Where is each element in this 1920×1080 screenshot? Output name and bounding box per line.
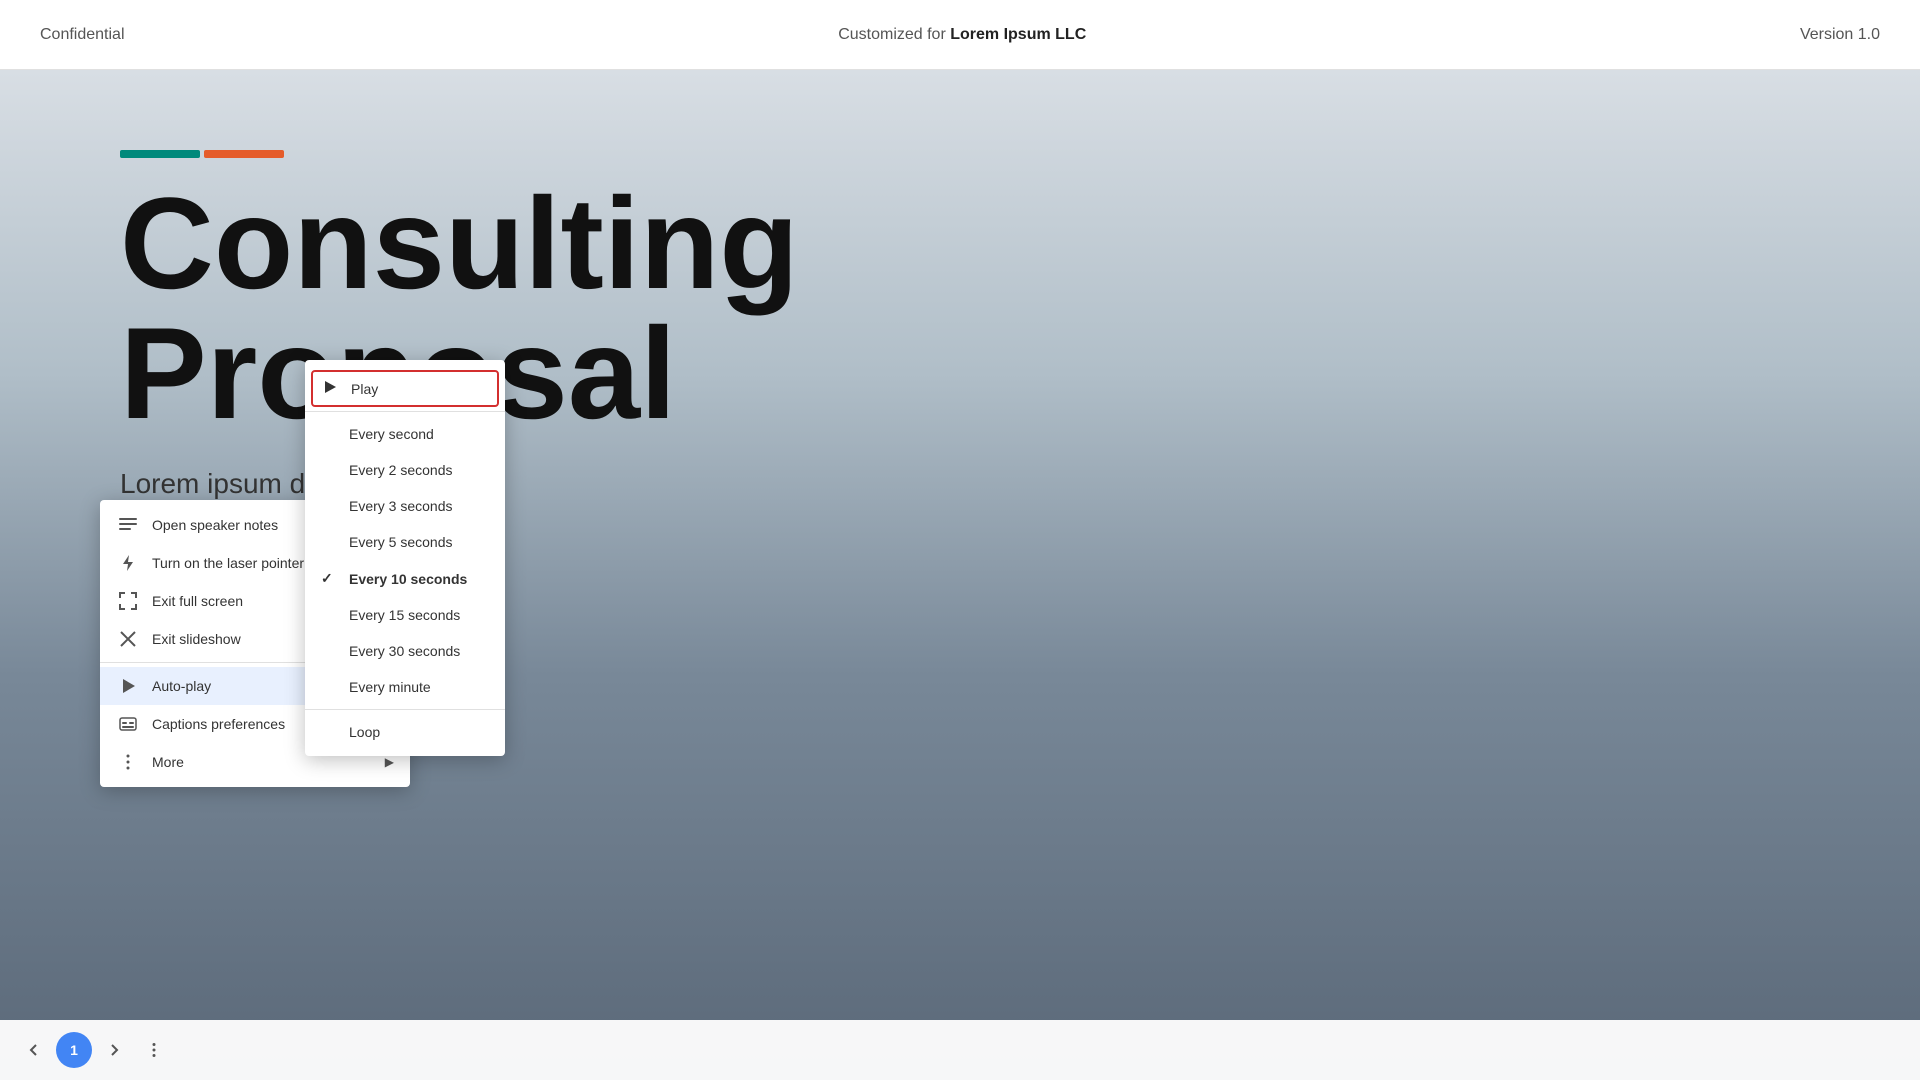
company-name: Lorem Ipsum LLC: [950, 26, 1086, 43]
menu-label-more: More: [152, 754, 385, 770]
slide-title-line1: Consulting: [120, 178, 799, 308]
submenu-item-play[interactable]: Play: [311, 370, 499, 407]
submenu-item-every-3-seconds[interactable]: Every 3 seconds: [305, 488, 505, 524]
submenu-item-every-minute[interactable]: Every minute: [305, 669, 505, 705]
submenu-label-every-5: Every 5 seconds: [349, 534, 453, 550]
submenu-label-every-3: Every 3 seconds: [349, 498, 453, 514]
lightning-icon: [116, 554, 140, 572]
confidential-label: Confidential: [40, 26, 125, 44]
header-center: Customized for Lorem Ipsum LLC: [838, 26, 1086, 44]
dots-icon: [116, 753, 140, 771]
submenu-label-every-second: Every second: [349, 426, 434, 442]
submenu-label-every-30: Every 30 seconds: [349, 643, 460, 659]
customized-prefix: Customized for: [838, 26, 946, 43]
prev-button[interactable]: [16, 1032, 52, 1068]
close-icon: [116, 630, 140, 648]
fullscreen-icon: [116, 592, 140, 610]
play-icon: [116, 677, 140, 695]
next-button[interactable]: [96, 1032, 132, 1068]
accent-bars: [120, 150, 799, 158]
submenu-label-loop: Loop: [349, 724, 380, 740]
header: Confidential Customized for Lorem Ipsum …: [0, 0, 1920, 70]
check-every-10: ✓: [321, 570, 341, 587]
accent-bar-teal: [120, 150, 200, 158]
submenu-item-every-second[interactable]: Every second: [305, 416, 505, 452]
autoplay-submenu: Play Every second Every 2 seconds Every …: [305, 360, 505, 756]
submenu-item-every-30-seconds[interactable]: Every 30 seconds: [305, 633, 505, 669]
submenu-item-loop[interactable]: Loop: [305, 714, 505, 750]
more-options-button[interactable]: [136, 1032, 172, 1068]
submenu-label-play: Play: [351, 381, 378, 397]
submenu-label-every-15: Every 15 seconds: [349, 607, 460, 623]
submenu-item-every-5-seconds[interactable]: Every 5 seconds: [305, 524, 505, 560]
bottom-bar: 1: [0, 1020, 1920, 1080]
lines-icon: [116, 516, 140, 534]
play-triangle-icon: [323, 380, 343, 397]
submenu-label-every-minute: Every minute: [349, 679, 431, 695]
submenu-item-every-2-seconds[interactable]: Every 2 seconds: [305, 452, 505, 488]
arrow-icon-more: ▶: [385, 755, 394, 769]
slide-area: Consulting Proposal Lorem ipsum dolor si…: [0, 70, 1920, 1080]
accent-bar-orange: [204, 150, 284, 158]
submenu-item-every-10-seconds[interactable]: ✓ Every 10 seconds: [305, 560, 505, 597]
page-number: 1: [56, 1032, 92, 1068]
submenu-label-every-10: Every 10 seconds: [349, 571, 467, 587]
menu-label-exit-fullscreen: Exit full screen: [152, 593, 322, 609]
version-label: Version 1.0: [1800, 26, 1880, 44]
submenu-label-every-2: Every 2 seconds: [349, 462, 453, 478]
captions-icon: [116, 715, 140, 733]
submenu-divider-1: [305, 411, 505, 412]
submenu-item-every-15-seconds[interactable]: Every 15 seconds: [305, 597, 505, 633]
submenu-divider-2: [305, 709, 505, 710]
